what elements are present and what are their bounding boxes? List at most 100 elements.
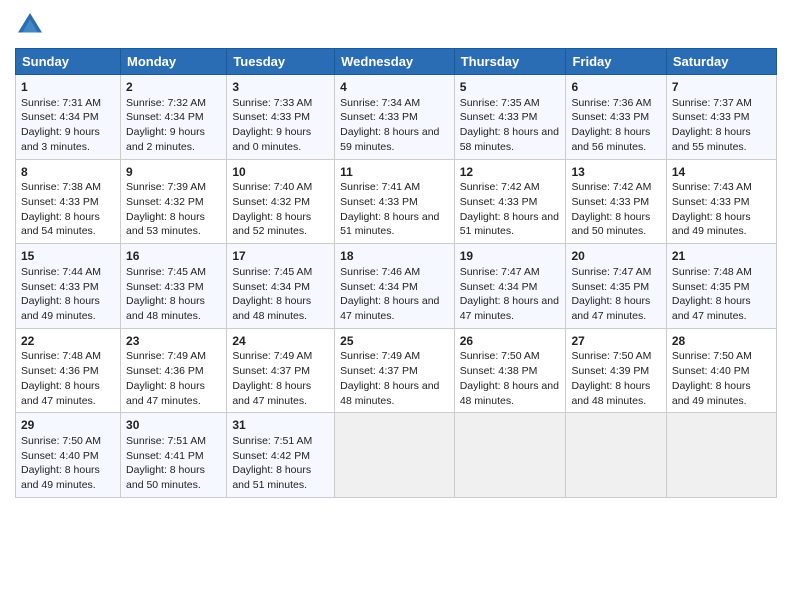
calendar-day-cell: 23Sunrise: 7:49 AMSunset: 4:36 PMDayligh… [121, 328, 227, 413]
calendar-day-cell: 3Sunrise: 7:33 AMSunset: 4:33 PMDaylight… [227, 75, 335, 160]
sunrise: Sunrise: 7:49 AM [126, 350, 206, 362]
sunset: Sunset: 4:33 PM [126, 281, 204, 293]
day-number: 5 [460, 79, 561, 96]
day-number: 13 [571, 164, 660, 181]
sunrise: Sunrise: 7:36 AM [571, 97, 651, 109]
day-number: 20 [571, 248, 660, 265]
calendar-day-cell: 24Sunrise: 7:49 AMSunset: 4:37 PMDayligh… [227, 328, 335, 413]
sunset: Sunset: 4:34 PM [460, 281, 538, 293]
day-number: 23 [126, 333, 221, 350]
sunrise: Sunrise: 7:43 AM [672, 181, 752, 193]
sunrise: Sunrise: 7:48 AM [672, 266, 752, 278]
calendar-body: 1Sunrise: 7:31 AM Sunset: 4:34 PM Daylight… [16, 75, 777, 498]
day-number: 25 [340, 333, 449, 350]
calendar-day-cell [454, 413, 566, 498]
calendar-week-row: 22Sunrise: 7:48 AM Sunset: 4:36 PM Dayligh… [16, 328, 777, 413]
sunset: Sunset: 4:40 PM [672, 365, 750, 377]
sunset: Sunset: 4:34 PM [21, 111, 99, 123]
sunset: Sunset: 4:33 PM [571, 111, 649, 123]
day-header: Monday [121, 49, 227, 75]
sunset: Sunset: 4:33 PM [571, 196, 649, 208]
sunrise: Sunrise: 7:45 AM [232, 266, 312, 278]
sunset: Sunset: 4:42 PM [232, 450, 310, 462]
daylight: Daylight: 8 hours and 47 minutes. [340, 295, 439, 322]
day-number: 14 [672, 164, 771, 181]
calendar-day-cell: 21Sunrise: 7:48 AMSunset: 4:35 PMDayligh… [666, 244, 776, 329]
sunset: Sunset: 4:33 PM [340, 196, 418, 208]
sunrise: Sunrise: 7:38 AM [21, 181, 101, 193]
sunrise: Sunrise: 7:41 AM [340, 181, 420, 193]
calendar-day-cell: 19Sunrise: 7:47 AM Sunset: 4:34 PM Dayligh… [454, 244, 566, 329]
sunrise: Sunrise: 7:40 AM [232, 181, 312, 193]
sunrise: Sunrise: 7:37 AM [672, 97, 752, 109]
calendar-day-cell [566, 413, 666, 498]
day-number: 1 [21, 79, 115, 96]
sunrise: Sunrise: 7:50 AM [460, 350, 540, 362]
sunset: Sunset: 4:34 PM [340, 281, 418, 293]
calendar-day-cell: 27Sunrise: 7:50 AMSunset: 4:39 PMDayligh… [566, 328, 666, 413]
day-header: Tuesday [227, 49, 335, 75]
sunrise: Sunrise: 7:49 AM [340, 350, 420, 362]
day-number: 30 [126, 417, 221, 434]
calendar-day-cell: 17Sunrise: 7:45 AMSunset: 4:34 PMDayligh… [227, 244, 335, 329]
daylight: Daylight: 8 hours and 50 minutes. [126, 464, 205, 491]
day-number: 22 [21, 333, 115, 350]
sunrise: Sunrise: 7:32 AM [126, 97, 206, 109]
day-number: 9 [126, 164, 221, 181]
sunrise: Sunrise: 7:47 AM [460, 266, 540, 278]
calendar-day-cell: 15Sunrise: 7:44 AMSunset: 4:33 PMDayligh… [16, 244, 121, 329]
sunset: Sunset: 4:33 PM [232, 111, 310, 123]
calendar-day-cell: 26Sunrise: 7:50 AMSunset: 4:38 PMDayligh… [454, 328, 566, 413]
calendar-day-cell: 16Sunrise: 7:45 AMSunset: 4:33 PMDayligh… [121, 244, 227, 329]
sunrise: Sunrise: 7:46 AM [340, 266, 420, 278]
sunrise: Sunrise: 7:51 AM [232, 435, 312, 447]
day-header: Sunday [16, 49, 121, 75]
daylight: Daylight: 8 hours and 47 minutes. [21, 380, 100, 407]
sunset: Sunset: 4:37 PM [340, 365, 418, 377]
sunrise: Sunrise: 7:48 AM [21, 350, 101, 362]
daylight: Daylight: 9 hours and 3 minutes. [21, 126, 100, 153]
calendar-day-cell: 30Sunrise: 7:51 AMSunset: 4:41 PMDayligh… [121, 413, 227, 498]
daylight: Daylight: 8 hours and 48 minutes. [571, 380, 650, 407]
day-number: 19 [460, 248, 561, 265]
sunrise: Sunrise: 7:50 AM [571, 350, 651, 362]
day-number: 17 [232, 248, 329, 265]
day-number: 27 [571, 333, 660, 350]
daylight: Daylight: 8 hours and 58 minutes. [460, 126, 559, 153]
day-number: 26 [460, 333, 561, 350]
day-number: 2 [126, 79, 221, 96]
calendar-table: SundayMondayTuesdayWednesdayThursdayFrid… [15, 48, 777, 498]
sunrise: Sunrise: 7:39 AM [126, 181, 206, 193]
sunrise: Sunrise: 7:49 AM [232, 350, 312, 362]
sunrise: Sunrise: 7:42 AM [571, 181, 651, 193]
calendar-day-cell: 14Sunrise: 7:43 AMSunset: 4:33 PMDayligh… [666, 159, 776, 244]
sunset: Sunset: 4:33 PM [21, 281, 99, 293]
daylight: Daylight: 8 hours and 59 minutes. [340, 126, 439, 153]
calendar-day-cell: 1Sunrise: 7:31 AM Sunset: 4:34 PM Daylight… [16, 75, 121, 160]
day-number: 31 [232, 417, 329, 434]
sunset: Sunset: 4:35 PM [672, 281, 750, 293]
daylight: Daylight: 8 hours and 49 minutes. [21, 464, 100, 491]
daylight: Daylight: 8 hours and 48 minutes. [460, 380, 559, 407]
calendar-day-cell: 20Sunrise: 7:47 AMSunset: 4:35 PMDayligh… [566, 244, 666, 329]
sunset: Sunset: 4:36 PM [21, 365, 99, 377]
calendar-day-cell: 25Sunrise: 7:49 AMSunset: 4:37 PMDayligh… [335, 328, 455, 413]
calendar-day-cell: 22Sunrise: 7:48 AM Sunset: 4:36 PM Dayligh… [16, 328, 121, 413]
day-number: 18 [340, 248, 449, 265]
daylight: Daylight: 8 hours and 51 minutes. [460, 211, 559, 238]
day-number: 24 [232, 333, 329, 350]
sunrise: Sunrise: 7:35 AM [460, 97, 540, 109]
sunset: Sunset: 4:33 PM [672, 196, 750, 208]
calendar-day-cell: 28Sunrise: 7:50 AMSunset: 4:40 PMDayligh… [666, 328, 776, 413]
calendar-week-row: 29Sunrise: 7:50 AMSunset: 4:40 PMDayligh… [16, 413, 777, 498]
day-number: 6 [571, 79, 660, 96]
sunset: Sunset: 4:33 PM [460, 196, 538, 208]
sunrise: Sunrise: 7:31 AM [21, 97, 101, 109]
sunrise: Sunrise: 7:50 AM [21, 435, 101, 447]
header-row: SundayMondayTuesdayWednesdayThursdayFrid… [16, 49, 777, 75]
daylight: Daylight: 8 hours and 48 minutes. [126, 295, 205, 322]
daylight: Daylight: 8 hours and 47 minutes. [571, 295, 650, 322]
sunrise: Sunrise: 7:51 AM [126, 435, 206, 447]
daylight: Daylight: 9 hours and 2 minutes. [126, 126, 205, 153]
daylight: Daylight: 8 hours and 47 minutes. [460, 295, 559, 322]
